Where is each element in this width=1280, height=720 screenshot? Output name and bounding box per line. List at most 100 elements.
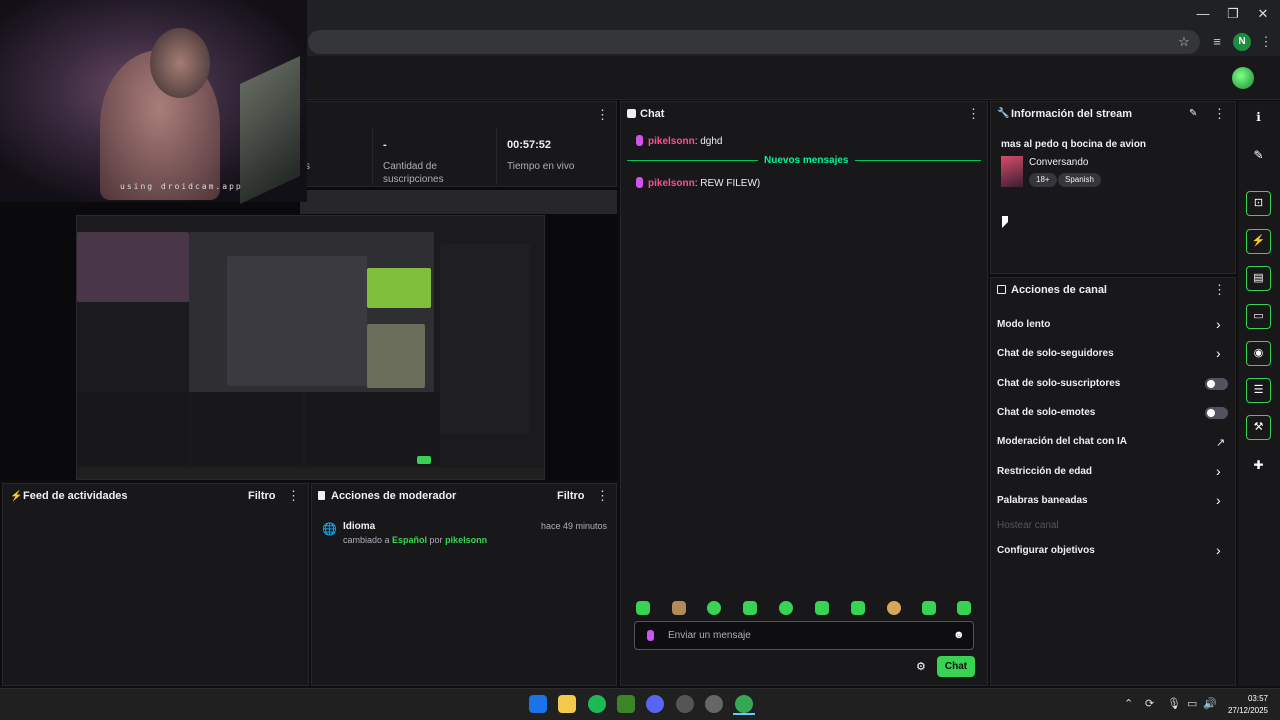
broadcast-icon[interactable]: ◉: [1246, 341, 1271, 366]
emote-icon[interactable]: [957, 601, 971, 615]
lightning-icon[interactable]: ⚡: [1246, 229, 1271, 254]
clipboard-icon[interactable]: ▤: [1246, 266, 1271, 291]
media-controls-icon[interactable]: ≡: [1208, 33, 1226, 51]
new-messages-label[interactable]: Nuevos mensajes: [758, 155, 855, 166]
stats-divider: [372, 128, 373, 185]
activity-feed-filter[interactable]: Filtro: [248, 490, 276, 502]
emote-icon[interactable]: [887, 601, 901, 615]
action-followers-only[interactable]: Chat de solo-seguidores: [997, 348, 1114, 359]
action-subscribers-only: Chat de solo-suscriptores: [997, 378, 1121, 389]
chat-input[interactable]: Enviar un mensaje ☻: [634, 621, 974, 650]
mic-badge-icon: [636, 135, 643, 146]
discord-icon[interactable]: [646, 695, 664, 713]
category-thumbnail: [1001, 156, 1023, 187]
channel-actions-more-icon[interactable]: ⋮: [1213, 283, 1226, 296]
layout-icon[interactable]: ☰: [1246, 378, 1271, 403]
action-age-restriction[interactable]: Restricción de edad: [997, 466, 1092, 477]
mod-actions-filter[interactable]: Filtro: [557, 490, 585, 502]
mouse-cursor: [1002, 216, 1008, 228]
emote-icon[interactable]: [743, 601, 757, 615]
stats-more-icon[interactable]: ⋮: [596, 108, 609, 121]
bookmark-star-icon[interactable]: ☆: [1175, 33, 1193, 51]
taskbar-time[interactable]: 03:57: [1222, 694, 1268, 703]
stream-category[interactable]: Conversando: [1029, 157, 1088, 168]
emote-icon[interactable]: [672, 601, 686, 615]
file-explorer-icon[interactable]: [558, 695, 576, 713]
chevron-right-icon[interactable]: ›: [1216, 542, 1221, 558]
mic-badge-icon: [647, 630, 654, 641]
add-action-icon[interactable]: ✚: [1246, 453, 1271, 478]
windows-start-icon[interactable]: [529, 695, 547, 713]
preview-header: [300, 190, 617, 214]
action-configure-goals[interactable]: Configurar objetivos: [997, 545, 1095, 556]
chevron-right-icon[interactable]: ›: [1216, 492, 1221, 508]
chat-more-icon[interactable]: ⋮: [967, 107, 980, 120]
mod-actions-more-icon[interactable]: ⋮: [596, 489, 609, 502]
emote-icon[interactable]: [851, 601, 865, 615]
mod-entry-middle: por: [427, 535, 446, 545]
subscribers-only-toggle[interactable]: [1205, 378, 1228, 390]
chat-send-button[interactable]: Chat: [937, 656, 975, 677]
close-window-button[interactable]: ✕: [1248, 4, 1278, 24]
chevron-right-icon[interactable]: ›: [1216, 345, 1221, 361]
stream-info-title: Información del stream: [1011, 108, 1133, 120]
obs-icon[interactable]: [705, 695, 723, 713]
emote-icon[interactable]: [636, 601, 650, 615]
clip-icon[interactable]: ⊡: [1246, 191, 1271, 216]
minimize-button[interactable]: —: [1188, 4, 1218, 24]
stats-divider: [496, 128, 497, 185]
action-slow-mode[interactable]: Modo lento: [997, 319, 1050, 330]
pencil-icon[interactable]: ✎: [1246, 143, 1271, 168]
chevron-right-icon[interactable]: ›: [1216, 316, 1221, 332]
address-bar[interactable]: [308, 30, 1200, 54]
emote-icon[interactable]: [815, 601, 829, 615]
edit-pencil-icon[interactable]: ✎: [1189, 108, 1197, 119]
chat-username[interactable]: pikelsonn: [648, 178, 695, 189]
show-hidden-icons[interactable]: ⌃: [1124, 697, 1133, 710]
tag-badge[interactable]: Spanish: [1058, 173, 1101, 187]
action-banned-words[interactable]: Palabras baneadas: [997, 495, 1088, 506]
chrome-icon[interactable]: [735, 695, 753, 713]
chat-message[interactable]: pikelsonn: dghd: [636, 135, 723, 147]
stream-info-more-icon[interactable]: ⋮: [1213, 107, 1226, 120]
stream-info-panel: [990, 101, 1236, 274]
chat-message[interactable]: pikelsonn: REW FILEW): [636, 177, 760, 189]
app-icon[interactable]: [676, 695, 694, 713]
live-time-value: 00:57:52: [507, 139, 552, 151]
emote-icon[interactable]: [779, 601, 793, 615]
windows-taskbar: [0, 688, 1280, 720]
spotify-icon[interactable]: [588, 695, 606, 713]
emote-icon[interactable]: [922, 601, 936, 615]
user-avatar[interactable]: [1232, 67, 1254, 89]
mod-actions-panel: [311, 483, 617, 686]
chat-settings-gear-icon[interactable]: ⚙: [916, 660, 926, 673]
mod-entry-user[interactable]: pikelsonn: [445, 535, 487, 545]
wrench-icon[interactable]: ⚒: [1246, 415, 1271, 440]
emoji-picker-icon[interactable]: ☻: [953, 629, 965, 641]
action-host-channel: Hostear canal: [997, 520, 1059, 531]
info-icon[interactable]: ℹ: [1246, 105, 1271, 130]
chat-bubble-icon[interactable]: ▭: [1246, 304, 1271, 329]
activity-feed-more-icon[interactable]: ⋮: [287, 489, 300, 502]
taskbar-date[interactable]: 27/12/2025: [1222, 706, 1268, 715]
emotes-only-toggle[interactable]: [1205, 407, 1228, 419]
mod-entry-heading: Idioma: [343, 521, 376, 532]
action-ai-moderation[interactable]: Moderación del chat con IA: [997, 436, 1127, 447]
tag-badge[interactable]: 18+: [1029, 173, 1057, 187]
subs-count-label: Cantidad de suscripciones: [383, 161, 444, 185]
browser-menu-icon[interactable]: ⋮: [1257, 33, 1275, 51]
mic-badge-icon: [636, 177, 643, 188]
volume-icon[interactable]: 🔊: [1203, 697, 1217, 710]
sync-icon[interactable]: ⟳: [1145, 697, 1154, 710]
chevron-right-icon[interactable]: ›: [1216, 463, 1221, 479]
microphone-icon[interactable]: 🎙: [1167, 697, 1181, 710]
webcam-watermark: using droidcam.app: [120, 182, 243, 191]
chat-username[interactable]: pikelsonn: [648, 136, 695, 147]
browser-profile-avatar[interactable]: N: [1233, 33, 1251, 51]
emote-icon[interactable]: [707, 601, 721, 615]
subs-count-value: -: [383, 139, 387, 151]
restore-button[interactable]: ❐: [1218, 4, 1248, 24]
network-icon[interactable]: ▭: [1187, 697, 1197, 710]
external-link-icon[interactable]: ↗: [1216, 436, 1225, 449]
minecraft-icon[interactable]: [617, 695, 635, 713]
